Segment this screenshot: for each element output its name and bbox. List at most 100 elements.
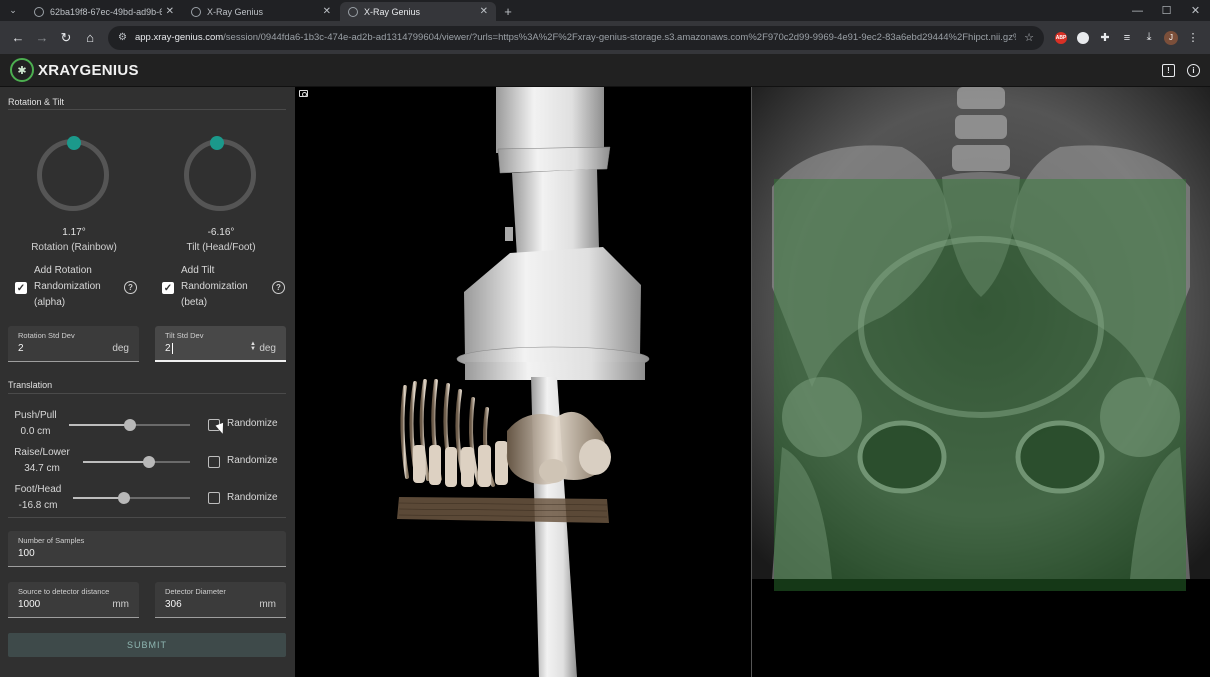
tilt-std-dev-field[interactable]: Tilt Std Dev 2 ▲ ▼ deg (155, 326, 286, 362)
xray-image (752, 87, 1210, 591)
foot-head-randomize-checkbox[interactable] (208, 492, 220, 504)
push-pull-randomize-label: Randomize (227, 418, 278, 429)
femoral-head (539, 459, 567, 483)
browser-menu-icon[interactable]: ⋮ (1182, 26, 1204, 50)
section-title-rotation: Rotation & Tilt (8, 97, 65, 107)
foot-head-value: -16.8 cm (18, 500, 58, 511)
rotation-randomization-label: Add Rotation Randomization (alpha) (34, 265, 101, 308)
address-bar[interactable]: ⚙ app.xray-genius.com /session/0944fda6-… (108, 25, 1044, 50)
media-control-icon[interactable]: ≡ (1116, 26, 1138, 50)
home-icon[interactable]: ⌂ (78, 26, 102, 50)
brand-name: XRAYGENIUS (38, 61, 139, 79)
close-tab-icon[interactable]: ✕ (480, 6, 488, 17)
rotation-help-icon[interactable]: ? (124, 281, 137, 294)
detector-arm-collar (497, 146, 611, 174)
foot-head-slider[interactable] (73, 492, 190, 504)
url-host: app.xray-genius.com (134, 32, 224, 43)
globe-icon (348, 6, 358, 17)
reload-icon[interactable]: ↻ (54, 26, 78, 50)
slider-fill (69, 424, 130, 426)
puzzle-extensions-icon[interactable]: ✚ (1094, 26, 1116, 50)
tab-title: 62ba19f8-67ec-49bd-ad9b-60f (50, 6, 162, 17)
close-window-icon[interactable]: ✕ (1181, 0, 1210, 21)
forward-arrow-icon[interactable]: → (30, 26, 54, 50)
foot-head-label: Foot/Head (14, 484, 62, 495)
url-path: /session/0944fda6-1b3c-474e-ad2b-ad13147… (223, 32, 1017, 43)
rotation-value: 1.17° (62, 227, 86, 238)
number-of-samples-input[interactable]: 100 (18, 548, 35, 559)
slider-thumb[interactable] (143, 456, 156, 468)
tilt-randomization-checkbox[interactable]: ✓ (162, 282, 174, 294)
adblock-extension-icon[interactable]: ABP (1050, 26, 1072, 50)
browser-tab-2[interactable]: X-Ray Genius ✕ (183, 2, 339, 21)
tilt-randomization-label: Add Tilt Randomization (beta) (181, 265, 248, 308)
back-arrow-icon[interactable]: ← (6, 26, 30, 50)
divider (8, 517, 286, 518)
close-tab-icon[interactable]: ✕ (166, 6, 174, 17)
source-housing-cone (464, 247, 641, 357)
camera-snapshot-icon[interactable] (299, 90, 308, 97)
rotation-std-dev-input[interactable]: 2 (18, 343, 24, 354)
browser-toolbar: ← → ↻ ⌂ ⚙ app.xray-genius.com /session/0… (0, 21, 1210, 54)
push-pull-value: 0.0 cm (20, 426, 51, 437)
download-icon[interactable]: ⤓ (1138, 26, 1160, 50)
bookmark-star-icon[interactable]: ☆ (1024, 31, 1034, 44)
feedback-icon[interactable]: ! (1162, 63, 1175, 77)
new-tab-button[interactable]: + (497, 2, 519, 21)
raise-lower-randomize-checkbox[interactable] (208, 456, 220, 468)
raise-lower-value: 34.7 cm (24, 463, 60, 474)
rotation-std-dev-field[interactable]: Rotation Std Dev 2 deg (8, 326, 139, 362)
extension-icon[interactable] (1072, 26, 1094, 50)
source-detector-distance-field[interactable]: Source to detector distance 1000 mm (8, 582, 139, 618)
slider-fill (73, 497, 125, 499)
info-icon[interactable]: i (1187, 63, 1200, 77)
foot-head-randomize-label: Randomize (227, 492, 278, 503)
detector-overlay (774, 179, 1186, 591)
tab-search-icon[interactable]: ⌄ (0, 0, 26, 21)
globe-icon (191, 6, 201, 17)
xray-genius-logo-icon: ✱ (10, 58, 34, 82)
slider-thumb[interactable] (118, 492, 131, 504)
tilt-value: -6.16° (207, 227, 235, 238)
tab-title: X-Ray Genius (207, 6, 264, 17)
raise-lower-randomize-label: Randomize (227, 455, 278, 466)
tilt-dial[interactable] (184, 139, 256, 211)
rotation-randomization-checkbox[interactable]: ✓ (15, 282, 27, 294)
tilt-dial-knob[interactable] (210, 136, 224, 150)
tilt-label: Tilt (Head/Foot) (186, 242, 256, 253)
minimize-icon[interactable]: — (1123, 0, 1152, 21)
maximize-icon[interactable]: ☐ (1152, 0, 1181, 21)
detector-diameter-field[interactable]: Detector Diameter 306 mm (155, 582, 286, 618)
browser-tab-1[interactable]: 62ba19f8-67ec-49bd-ad9b-60f ✕ (26, 2, 182, 21)
browser-tab-3[interactable]: X-Ray Genius ✕ (340, 2, 496, 21)
rotation-dial-knob[interactable] (67, 136, 81, 150)
site-info-icon[interactable]: ⚙ (118, 32, 127, 43)
close-tab-icon[interactable]: ✕ (323, 6, 331, 17)
divider (8, 109, 286, 110)
raise-lower-slider[interactable] (83, 456, 190, 468)
tilt-help-icon[interactable]: ? (272, 281, 285, 294)
number-spinner-icon[interactable]: ▲ ▼ (250, 341, 256, 352)
3d-scene-viewer[interactable] (295, 87, 751, 677)
raise-lower-label: Raise/Lower (14, 447, 70, 458)
lumbar-spine (952, 87, 1010, 171)
divider (8, 393, 286, 394)
globe-icon (34, 6, 44, 17)
profile-avatar[interactable]: J (1160, 26, 1182, 50)
submit-button[interactable]: SUBMIT (8, 633, 286, 657)
slider-thumb[interactable] (123, 419, 136, 431)
push-pull-slider[interactable] (69, 419, 190, 431)
femoral-head (579, 439, 611, 475)
detector-diameter-input[interactable]: 306 (165, 599, 182, 610)
section-title-translation: Translation (8, 380, 53, 390)
browser-tab-strip: ⌄ 62ba19f8-67ec-49bd-ad9b-60f ✕ X-Ray Ge… (0, 0, 1210, 21)
number-of-samples-field[interactable]: Number of Samples 100 (8, 531, 286, 567)
3d-scene (397, 87, 650, 677)
mouse-cursor (215, 422, 227, 436)
tilt-std-dev-input[interactable]: 2 (165, 343, 173, 354)
slider-fill (83, 461, 150, 463)
source-detector-distance-input[interactable]: 1000 (18, 599, 40, 610)
app-header: ✱ XRAYGENIUS ! i (0, 54, 1210, 87)
detector-arm (496, 87, 604, 153)
xray-image-viewer[interactable] (752, 87, 1210, 677)
